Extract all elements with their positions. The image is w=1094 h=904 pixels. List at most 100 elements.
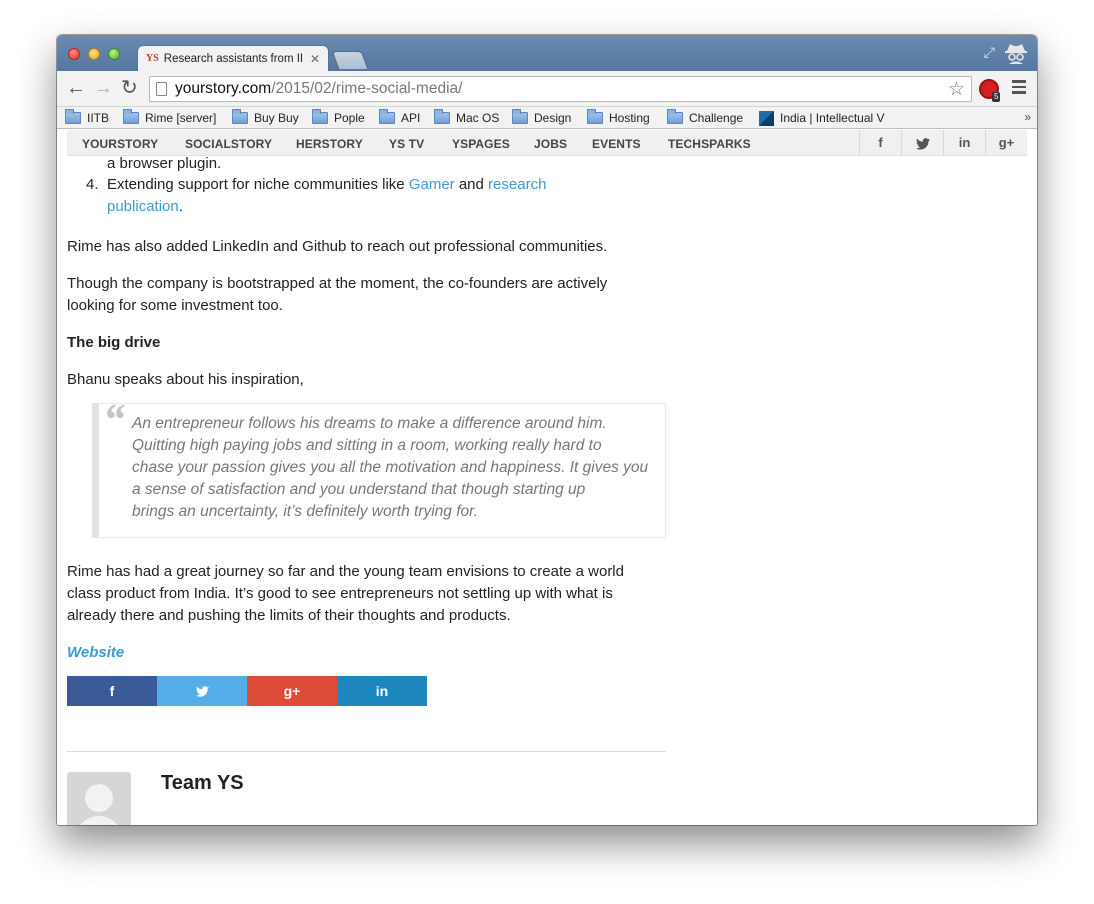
tab-close-icon[interactable]: ✕ [310,52,320,66]
quote-text: An entrepreneur follows his dreams to ma… [132,413,657,523]
page-icon [156,82,167,96]
avatar-head [85,784,113,812]
quote-line: a sense of satisfaction and you understa… [132,481,586,498]
paragraph: Rime has had a great journey so far and … [67,563,624,580]
nav-ystv[interactable]: YS TV [389,137,424,151]
bookmark-label: Challenge [689,111,744,125]
close-window-button[interactable] [68,48,80,60]
nav-socialstory[interactable]: SOCIALSTORY [185,137,272,151]
bookmark-buy-buy[interactable]: Buy Buy [232,109,299,127]
bookmark-mac-os[interactable]: Mac OS [434,109,499,127]
paragraph: already there and pushing the limits of … [67,607,511,624]
gamer-link[interactable]: Gamer [409,176,455,193]
bookmark-label: Pople [334,111,365,125]
nav-herstory[interactable]: HERSTORY [296,137,363,151]
folder-icon [312,109,328,124]
site-favicon-icon [759,110,774,126]
research-link[interactable]: research [488,176,546,193]
facebook-icon[interactable]: f [859,130,901,156]
paragraph: Bhanu speaks about his inspiration, [67,371,304,388]
avatar [67,772,131,825]
new-tab-button[interactable] [331,51,369,69]
bookmark-label: Design [534,111,572,125]
reload-icon[interactable]: ↻ [121,78,138,98]
bookmark-label: API [401,111,421,125]
tab-title: Research assistants from II [163,52,304,65]
nav-yspages[interactable]: YSPAGES [452,137,510,151]
share-linkedin-button[interactable]: in [337,676,427,706]
list-text: and [454,176,489,193]
list-item-4: Extending support for niche communities … [107,174,546,196]
list-text: . [178,198,183,215]
bookmark-label: Mac OS [456,111,500,125]
share-facebook-button[interactable]: f [67,676,157,706]
bookmark-rime-server[interactable]: Rime [server] [123,109,216,127]
bookmark-design[interactable]: Design [512,109,571,127]
bookmark-india-ip[interactable]: India | Intellectual V [759,109,899,127]
folder-icon [123,109,139,124]
browser-window: YS Research assistants from II ✕ ⤢ ← → ↻… [57,35,1037,825]
author-name[interactable]: Team YS [161,772,244,795]
fullscreen-icon[interactable]: ⤢ [984,44,995,61]
bookmark-label: IITB [87,111,110,125]
section-heading: The big drive [67,334,161,351]
nav-yourstory[interactable]: YOURSTORY [82,137,158,151]
minimize-window-button[interactable] [88,48,100,60]
quote-line: brings an uncertainty, it’s definitely w… [132,503,479,520]
share-bar: f g+ in [67,676,427,706]
quote-line: chase your passion gives you all the mot… [132,459,649,476]
incognito-icon [1005,44,1027,64]
url-path: /2015/02/rime-social-media/ [271,80,463,97]
publication-link[interactable]: publication [107,198,179,215]
browser-toolbar: ← → ↻ yourstory.com/2015/02/rime-social-… [57,71,1037,107]
bookmark-star-icon[interactable]: ☆ [948,78,965,101]
website-link[interactable]: Website [67,642,124,664]
back-arrow-icon[interactable]: ← [66,78,86,98]
linkedin-icon[interactable]: in [943,130,985,156]
bookmark-label: India | Intellectual V [780,111,885,125]
url-host: yourstory.com [175,80,272,97]
bookmark-hosting[interactable]: Hosting [587,109,650,127]
quote-mark-icon: “ [103,395,125,444]
divider [67,751,666,752]
forward-arrow-icon[interactable]: → [93,78,113,98]
nav-events[interactable]: EVENTS [592,137,641,151]
list-text: Extending support for niche communities … [107,176,409,193]
title-bar: YS Research assistants from II ✕ ⤢ [57,35,1037,71]
folder-icon [434,109,450,124]
quote-line: Quitting high paying jobs and sitting in… [132,437,602,454]
bookmarks-overflow-icon[interactable]: » [1024,110,1031,124]
bookmarks-bar: IITB Rime [server] Buy Buy Pople API Mac… [57,107,1037,129]
list-item-tail: a browser plugin. [107,155,222,172]
zoom-window-button[interactable] [108,48,120,60]
folder-icon [667,109,683,124]
list-item-4-line2: publication. [107,196,183,218]
nav-techsparks[interactable]: TECHSPARKS [668,137,751,151]
browser-tab[interactable]: YS Research assistants from II ✕ [137,45,329,71]
bookmark-iitb[interactable]: IITB [65,109,109,127]
ys-favicon-icon: YS [146,53,159,64]
share-twitter-button[interactable] [157,676,247,706]
folder-icon [512,109,528,124]
extension-badge: 5 [992,92,1001,102]
quote-line: An entrepreneur follows his dreams to ma… [132,415,607,432]
folder-icon [379,109,395,124]
address-bar[interactable]: yourstory.com/2015/02/rime-social-media/… [149,76,972,102]
twitter-icon[interactable] [901,130,943,156]
bookmark-label: Buy Buy [254,111,299,125]
bookmark-label: Hosting [609,111,650,125]
bookmark-api[interactable]: API [379,109,420,127]
google-plus-icon[interactable]: g+ [985,130,1027,156]
bookmark-challenge[interactable]: Challenge [667,109,743,127]
nav-jobs[interactable]: JOBS [534,137,567,151]
blockquote: “ An entrepreneur follows his dreams to … [92,395,666,538]
folder-icon [587,109,603,124]
bookmark-pople[interactable]: Pople [312,109,365,127]
folder-icon [65,109,81,124]
avatar-body [75,816,123,825]
paragraph: Though the company is bootstrapped at th… [67,275,608,292]
list-number: 4. [86,176,99,193]
menu-icon[interactable] [1012,80,1026,97]
share-google-plus-button[interactable]: g+ [247,676,337,706]
folder-icon [232,109,248,124]
